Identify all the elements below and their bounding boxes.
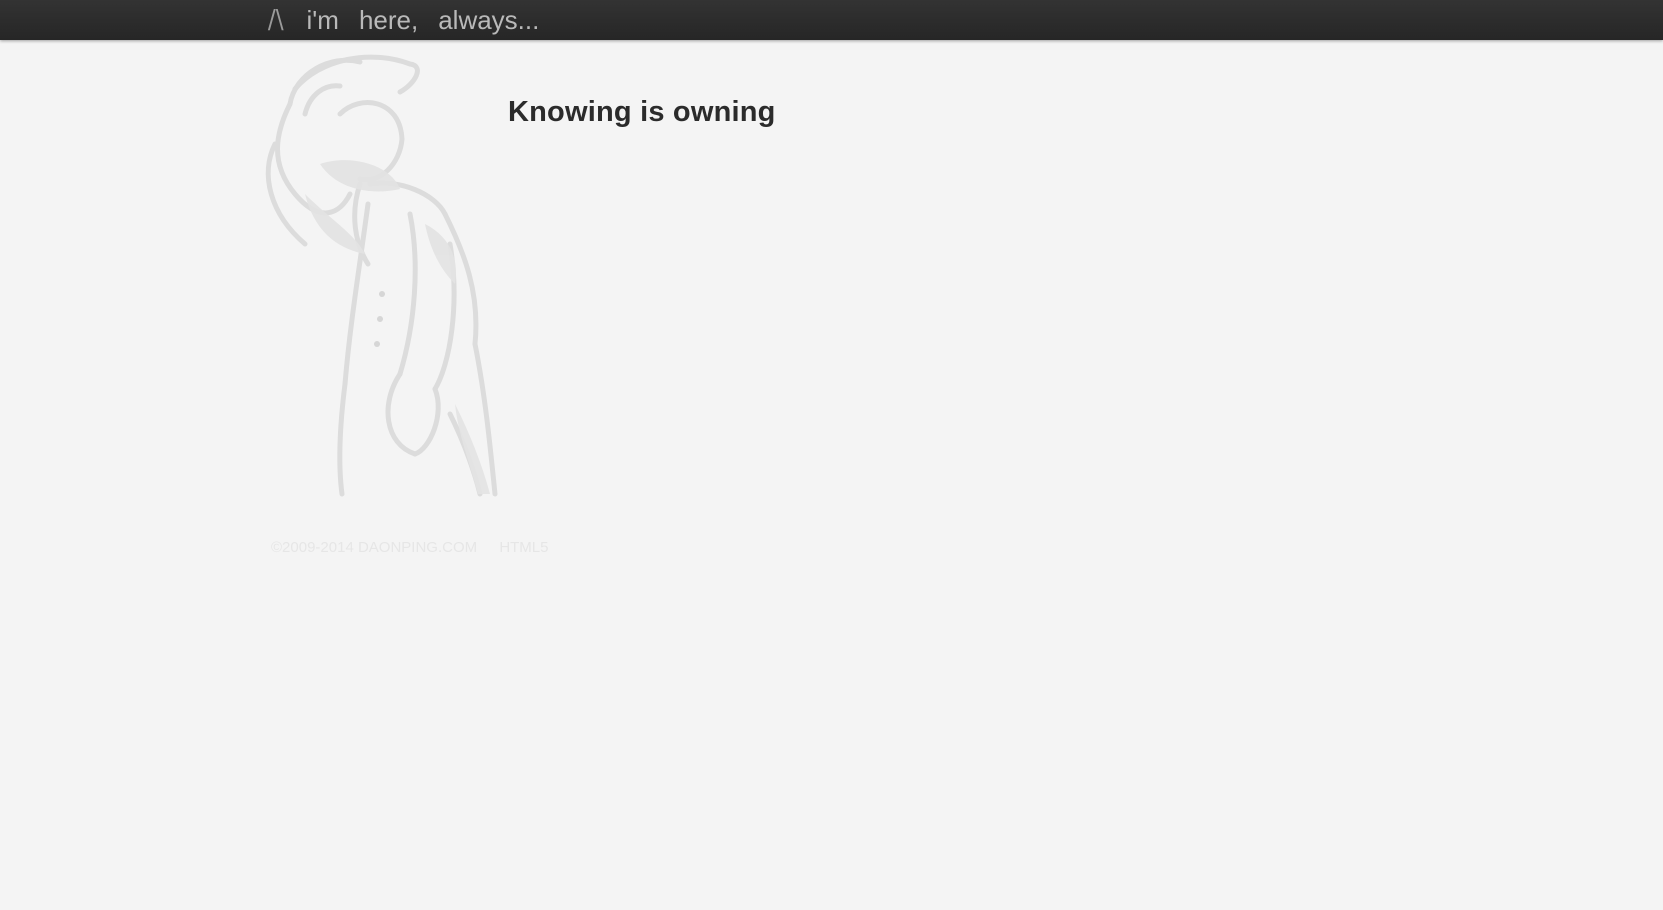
nav-link-always[interactable]: always... <box>438 0 539 40</box>
nav-menu: /\ i'm here, always... <box>267 0 559 40</box>
page-title: Knowing is owning <box>508 96 776 128</box>
footer-copyright: ©2009-2014 DAONPING.COM <box>271 539 478 556</box>
nav-link-here[interactable]: here, <box>359 0 418 40</box>
top-navigation-bar: /\ i'm here, always... <box>0 0 1663 40</box>
nav-link-im[interactable]: i'm <box>307 0 339 40</box>
footer: ©2009-2014 DAONPING.COM HTML5 <box>271 539 567 556</box>
footer-html5-badge[interactable]: HTML5 <box>499 539 548 556</box>
home-caret-link[interactable]: /\ <box>268 0 284 40</box>
man-sketch-illustration <box>265 54 498 497</box>
